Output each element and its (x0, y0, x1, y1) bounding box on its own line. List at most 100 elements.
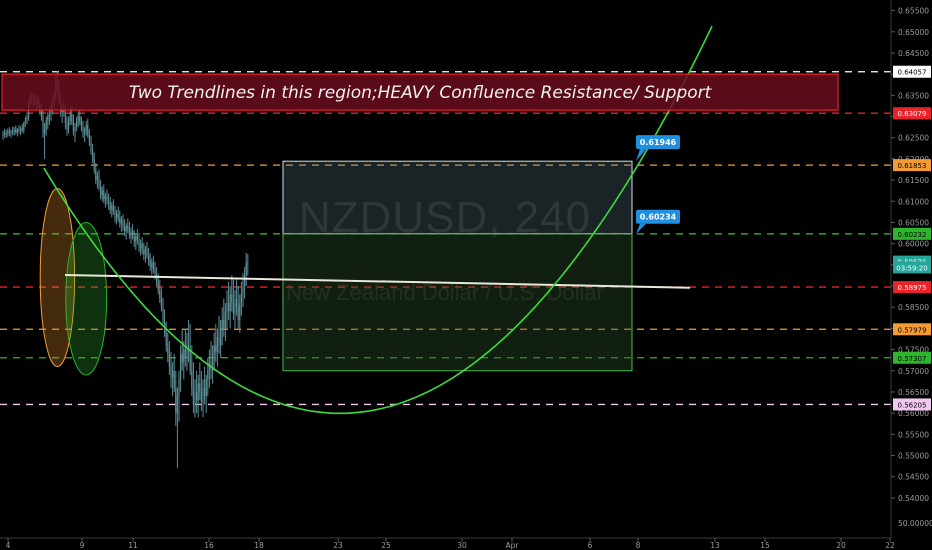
price-axis-background (891, 0, 932, 550)
price-tick-label: 0.55000 (898, 452, 929, 461)
candle-body (128, 228, 130, 236)
candle-body (85, 125, 87, 132)
candle-body (231, 294, 233, 303)
candle-body (223, 319, 225, 329)
measure-box[interactable] (282, 160, 633, 372)
candle-body (236, 298, 238, 308)
price-tick-label: 0.57000 (898, 367, 929, 376)
candle-body (172, 370, 174, 378)
candle-body (200, 391, 202, 403)
candle-body (5, 132, 7, 135)
time-tick-label: 11 (128, 541, 138, 550)
candle-body (87, 125, 89, 136)
candle-body (7, 131, 9, 133)
candle-body (239, 302, 241, 320)
candle-body (202, 387, 204, 403)
nzdusd-chart[interactable]: NZDUSD, 240 New Zealand Dollar / U.S. Do… (0, 0, 932, 550)
price-tick-label: 0.55500 (898, 430, 929, 439)
price-tick-label: 0.56500 (898, 388, 929, 397)
time-tick-label: 23 (333, 541, 343, 550)
price-tick-label: 0.63500 (898, 91, 929, 100)
candle-body (124, 226, 126, 231)
candle-body (66, 122, 68, 130)
candle-body (45, 120, 47, 130)
candle-body (106, 196, 108, 202)
banner-text: Two Trendlines in this region;HEAVY Conf… (129, 83, 713, 103)
price-tick-label: 0.65000 (898, 28, 929, 37)
price-tick-label: 0.60500 (898, 218, 929, 227)
candle-body (77, 116, 79, 121)
candle-body (114, 211, 116, 219)
time-tick-label: 16 (204, 541, 214, 550)
candle-body (191, 370, 193, 388)
candle-body (207, 370, 209, 380)
price-label-text: 03:59:20 (896, 264, 927, 272)
price-callout-text: 0.61946 (640, 138, 677, 147)
candle-body (72, 120, 74, 132)
candle-body (8, 131, 10, 134)
candle-body (180, 353, 182, 380)
candle-body (2, 133, 4, 136)
candle-body (74, 127, 76, 132)
candle-body (10, 130, 12, 134)
candle-body (237, 307, 239, 320)
price-tick-label: 0.62500 (898, 134, 929, 143)
candle-body (4, 133, 6, 135)
candle-body (157, 281, 159, 291)
candle-body (116, 213, 118, 219)
candle-body (42, 116, 44, 134)
candle-body (167, 345, 169, 354)
time-tick-label: 30 (457, 541, 467, 550)
candle-body (192, 387, 194, 405)
price-tick-label: 0.56000 (898, 409, 929, 418)
candle-body (245, 262, 247, 276)
candle-body (80, 121, 82, 128)
candle-body (196, 391, 198, 401)
candle-body (183, 349, 185, 363)
candle-body (122, 220, 124, 227)
candle-body (160, 298, 162, 308)
candle-body (101, 190, 103, 195)
candle-body (220, 328, 222, 346)
candle-body (242, 286, 244, 295)
candle-body (215, 345, 217, 352)
candle-body (159, 290, 161, 299)
time-tick-label: 4 (6, 541, 11, 550)
measure-box-upper (282, 160, 633, 235)
candle-body (76, 120, 78, 128)
time-tick-label: 6 (588, 541, 593, 550)
candle-body (125, 225, 127, 231)
time-tick-label: 18 (254, 541, 264, 550)
candle-body (216, 336, 218, 352)
price-tick-label: 0.58500 (898, 303, 929, 312)
ellipse-marker (65, 221, 108, 376)
candle-body (162, 307, 164, 320)
candle-body (40, 110, 42, 117)
candle-body (148, 256, 150, 261)
candle-body (240, 294, 242, 303)
candle-body (173, 370, 175, 388)
candle-body (141, 243, 143, 250)
time-tick-label: 15 (760, 541, 770, 550)
candle-body (104, 196, 106, 200)
banner-annotation[interactable]: Two Trendlines in this region;HEAVY Conf… (1, 73, 839, 111)
candle-body (79, 116, 81, 122)
candle-body (178, 379, 180, 397)
price-label-text: 0.56205 (898, 401, 927, 409)
candle-body (224, 311, 226, 329)
candle-body (127, 225, 129, 229)
candle-body (48, 114, 50, 117)
candle-body (197, 383, 199, 401)
time-tick-label: Apr (506, 541, 520, 550)
candle-body (143, 250, 145, 255)
candle-body (204, 387, 206, 397)
candle-body (226, 302, 228, 312)
candle-body (138, 240, 140, 248)
time-tick-label: 9 (80, 541, 85, 550)
candle-body (194, 391, 196, 405)
measure-box-lower (282, 233, 633, 372)
candle-body (120, 220, 122, 224)
candle-body (152, 262, 154, 270)
price-axis-break-label: 50.00000 (898, 519, 932, 528)
candle-body (176, 396, 178, 414)
